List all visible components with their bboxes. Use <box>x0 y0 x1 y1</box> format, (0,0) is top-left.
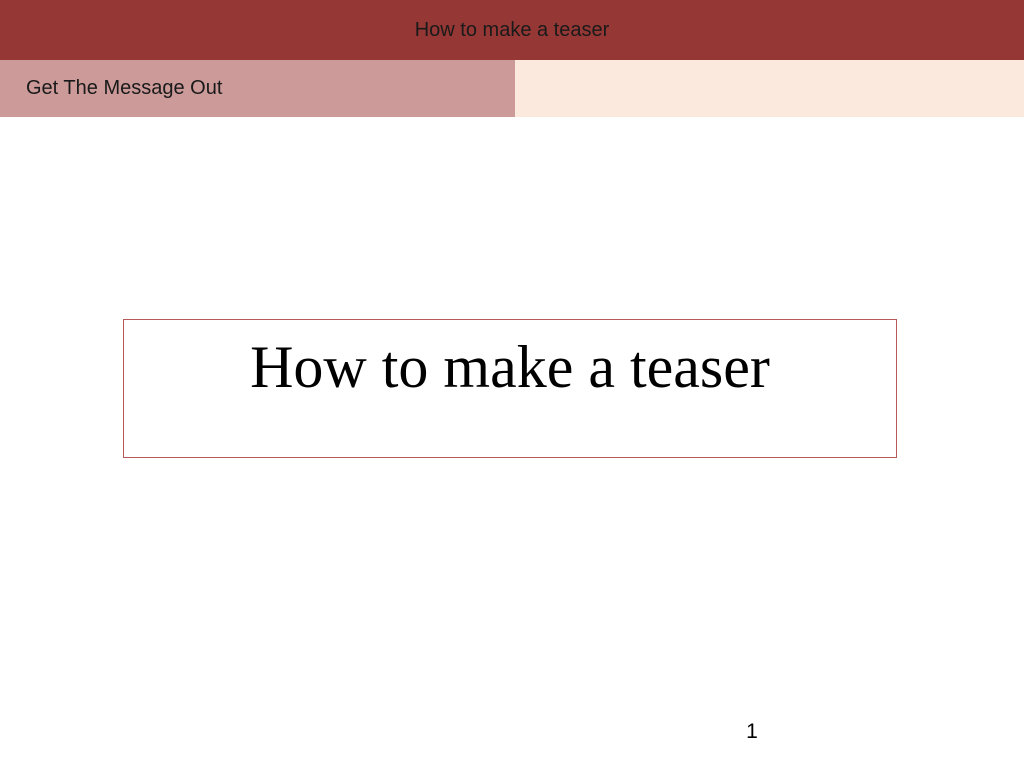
slide: How to make a teaser Get The Message Out… <box>0 0 1024 768</box>
section-bar: Get The Message Out <box>0 60 515 117</box>
page-number: 1 <box>746 720 758 743</box>
slide-title-box: How to make a teaser <box>123 319 897 458</box>
section-title: Get The Message Out <box>26 77 223 99</box>
header-bar: How to make a teaser <box>0 0 1024 60</box>
header-title: How to make a teaser <box>414 18 610 41</box>
slide-title: How to make a teaser <box>250 334 770 400</box>
section-bar-accent <box>515 60 1024 117</box>
